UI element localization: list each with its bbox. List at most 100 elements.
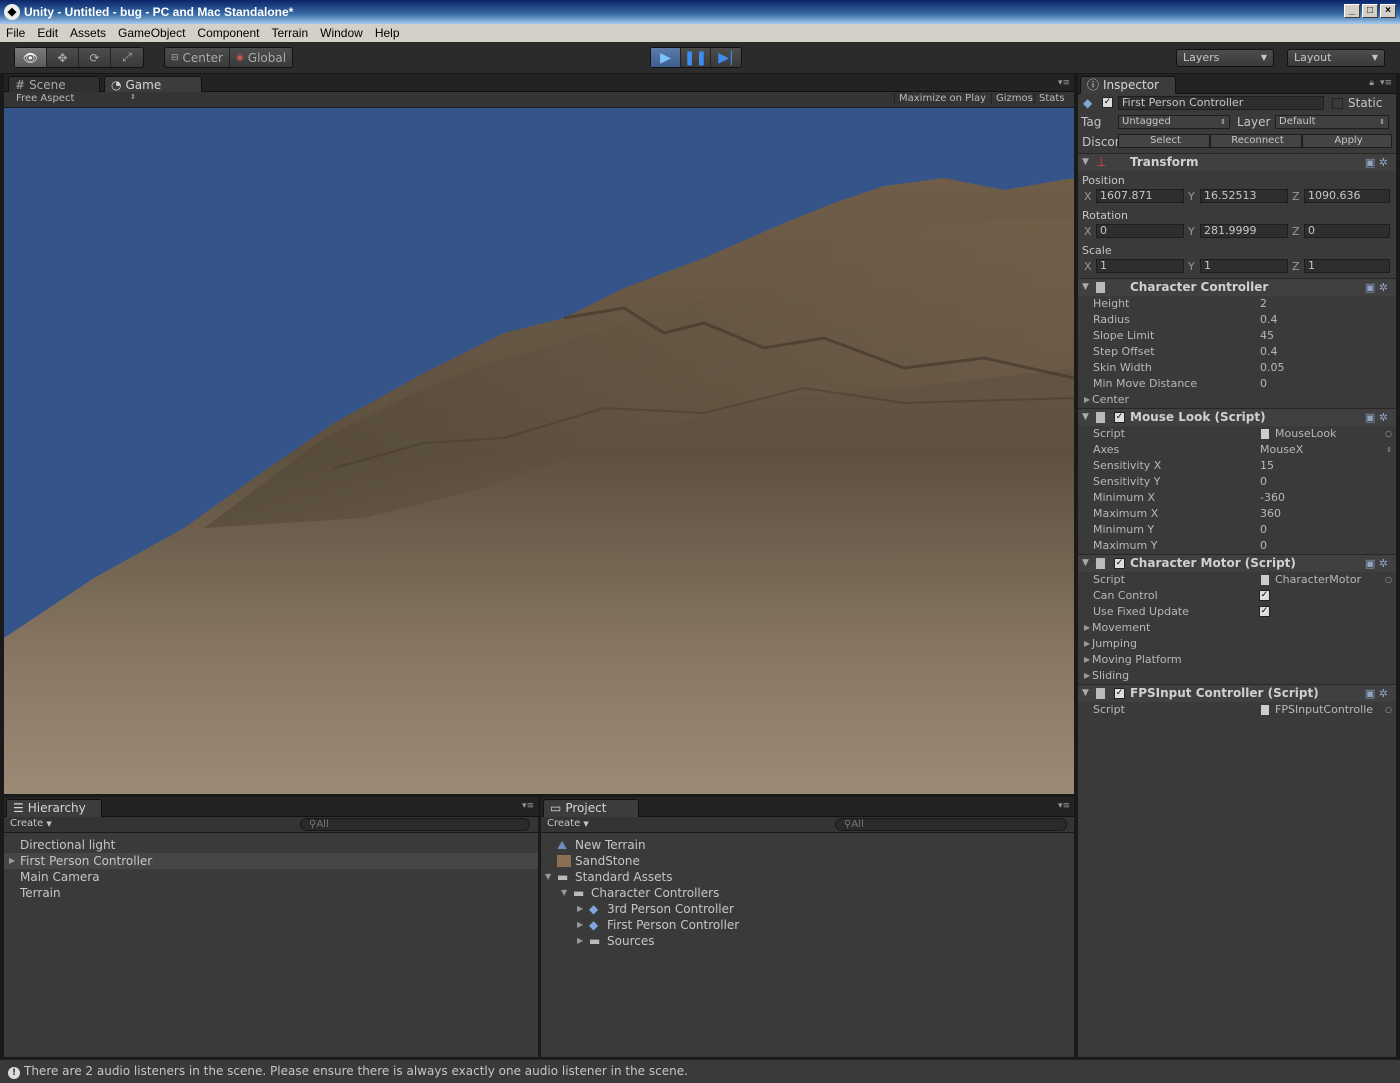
can-control-checkbox[interactable]: ✓ (1259, 590, 1270, 601)
list-item[interactable]: SandStone (541, 853, 1074, 869)
sliding-foldout[interactable]: ▶ Sliding (1078, 668, 1396, 684)
step-icon[interactable]: ▶| (711, 48, 741, 67)
static-checkbox[interactable] (1332, 98, 1343, 109)
enabled-checkbox[interactable]: ✓ (1114, 412, 1125, 423)
scale-tool-icon[interactable]: ⤢ (111, 48, 143, 67)
prefab-apply-button[interactable]: Apply (1302, 134, 1392, 148)
list-item[interactable]: ▶ ◆ First Person Controller (541, 917, 1074, 933)
center-foldout[interactable]: ▶ Center (1078, 392, 1396, 408)
object-picker-icon[interactable]: ○ (1385, 702, 1392, 718)
status-bar[interactable]: ! There are 2 audio listeners in the scen… (0, 1059, 1400, 1083)
stats-toggle[interactable]: Stats (1034, 93, 1065, 104)
help-gear-icon[interactable]: ▣ ✲ (1365, 555, 1388, 572)
list-item[interactable]: Terrain (4, 885, 538, 901)
transform-header[interactable]: ▼ ⊥ Transform ▣ ✲ (1078, 153, 1396, 171)
property-row[interactable]: Skin Width 0.05 (1078, 360, 1396, 376)
property-value[interactable]: MouseX (1260, 442, 1303, 458)
property-value[interactable]: MouseLook (1275, 426, 1336, 442)
property-row[interactable]: Sensitivity X 15 (1078, 458, 1396, 474)
tab-inspector[interactable]: ⓘ Inspector (1080, 76, 1176, 94)
property-row[interactable]: Script MouseLook ○ (1078, 426, 1396, 442)
menu-edit[interactable]: Edit (31, 26, 64, 40)
project-create-button[interactable]: Create ▼ (547, 818, 589, 829)
hierarchy-search-input[interactable]: ⚲All (300, 818, 530, 831)
property-value[interactable]: 0 (1260, 538, 1267, 554)
property-row[interactable]: Height 2 (1078, 296, 1396, 312)
active-checkbox[interactable]: ✓ (1102, 97, 1113, 108)
help-gear-icon[interactable]: ▣ ✲ (1365, 685, 1388, 702)
moving-platform-foldout[interactable]: ▶ Moving Platform (1078, 652, 1396, 668)
enabled-checkbox[interactable]: ✓ (1114, 558, 1125, 569)
panel-menu-icon[interactable]: ▾≡ (1380, 78, 1392, 88)
tab-hierarchy[interactable]: ☰ Hierarchy (6, 799, 102, 817)
maximize-on-play-toggle[interactable]: Maximize on Play (894, 93, 986, 104)
property-row[interactable]: Script CharacterMotor ○ (1078, 572, 1396, 588)
help-gear-icon[interactable]: ▣ ✲ (1365, 279, 1388, 296)
property-value[interactable]: 0.4 (1260, 344, 1278, 360)
project-search-input[interactable]: ⚲All (835, 818, 1067, 831)
rotate-tool-icon[interactable]: ⟳ (79, 48, 111, 67)
expand-triangle-icon[interactable]: ▶ (1084, 636, 1090, 652)
expand-triangle-icon[interactable]: ▶ (577, 901, 583, 917)
menu-window[interactable]: Window (314, 26, 369, 40)
menu-terrain[interactable]: Terrain (265, 26, 314, 40)
list-item[interactable]: ⛰ New Terrain (541, 837, 1074, 853)
character-controller-header[interactable]: ▼ Character Controller ▣ ✲ (1078, 278, 1396, 296)
move-tool-icon[interactable]: ✥ (47, 48, 79, 67)
property-value[interactable]: 0 (1260, 376, 1267, 392)
property-row[interactable]: Slope Limit 45 (1078, 328, 1396, 344)
list-item[interactable]: ▼ ▬ Character Controllers (541, 885, 1074, 901)
collapse-triangle-icon[interactable]: ▼ (1082, 154, 1089, 171)
property-value[interactable]: CharacterMotor (1275, 572, 1361, 588)
panel-menu-icon[interactable]: ▾≡ (1058, 78, 1070, 88)
rotation-x-field[interactable]: 0 (1096, 224, 1184, 238)
property-value[interactable]: -360 (1260, 490, 1285, 506)
gizmos-toggle[interactable]: Gizmos (991, 93, 1033, 104)
minimize-button[interactable]: _ (1344, 4, 1360, 18)
layers-dropdown[interactable]: Layers ▼ (1176, 49, 1274, 67)
property-row[interactable]: Min Move Distance 0 (1078, 376, 1396, 392)
expand-triangle-icon[interactable]: ▶ (577, 917, 583, 933)
help-gear-icon[interactable]: ▣ ✲ (1365, 154, 1388, 171)
list-item[interactable]: Directional light (4, 837, 538, 853)
close-button[interactable]: × (1380, 4, 1396, 18)
menu-help[interactable]: Help (369, 26, 406, 40)
property-row[interactable]: Maximum X 360 (1078, 506, 1396, 522)
position-x-field[interactable]: 1607.871 (1096, 189, 1184, 203)
property-value[interactable]: 0.4 (1260, 312, 1278, 328)
property-row[interactable]: Step Offset 0.4 (1078, 344, 1396, 360)
property-row[interactable]: Use Fixed Update ✓ (1078, 604, 1396, 620)
scale-z-field[interactable]: 1 (1304, 259, 1390, 273)
property-row[interactable]: Maximum Y 0 (1078, 538, 1396, 554)
scale-y-field[interactable]: 1 (1200, 259, 1288, 273)
hierarchy-create-button[interactable]: Create ▼ (10, 818, 52, 829)
pivot-center-button[interactable]: ⊟ Center (165, 48, 230, 67)
collapse-triangle-icon[interactable]: ▼ (545, 869, 551, 885)
collapse-triangle-icon[interactable]: ▼ (1082, 555, 1089, 572)
prefab-reconnect-button[interactable]: Reconnect (1210, 134, 1302, 148)
property-value[interactable]: 360 (1260, 506, 1281, 522)
property-row[interactable]: Script FPSInputControlle ○ (1078, 702, 1396, 718)
list-item[interactable]: ▼ ▬ Standard Assets (541, 869, 1074, 885)
layer-dropdown[interactable]: Default ⇕ (1275, 115, 1389, 129)
movement-foldout[interactable]: ▶ Movement (1078, 620, 1396, 636)
list-item[interactable]: ▶ ▬ Sources (541, 933, 1074, 949)
expand-triangle-icon[interactable]: ▶ (1084, 620, 1090, 636)
menu-file[interactable]: File (0, 26, 31, 40)
expand-triangle-icon[interactable]: ▶ (577, 933, 583, 949)
list-item[interactable]: Main Camera (4, 869, 538, 885)
mouse-look-header[interactable]: ▼ ✓ Mouse Look (Script) ▣ ✲ (1078, 408, 1396, 426)
property-value[interactable]: 45 (1260, 328, 1274, 344)
expand-triangle-icon[interactable]: ▶ (1084, 392, 1090, 408)
collapse-triangle-icon[interactable]: ▼ (1082, 685, 1089, 702)
aspect-dropdown[interactable]: Free Aspect ⇕ (16, 93, 136, 104)
collapse-triangle-icon[interactable]: ▼ (561, 885, 567, 901)
rotation-y-field[interactable]: 281.9999 (1200, 224, 1288, 238)
panel-menu-icon[interactable]: ▾≡ (1058, 801, 1070, 811)
layout-dropdown[interactable]: Layout ▼ (1287, 49, 1385, 67)
character-motor-header[interactable]: ▼ ✓ Character Motor (Script) ▣ ✲ (1078, 554, 1396, 572)
object-name-field[interactable]: First Person Controller (1118, 96, 1324, 110)
property-value[interactable]: 15 (1260, 458, 1274, 474)
property-value[interactable]: 2 (1260, 296, 1267, 312)
view-tool-eye-icon[interactable]: 👁 (15, 48, 47, 67)
